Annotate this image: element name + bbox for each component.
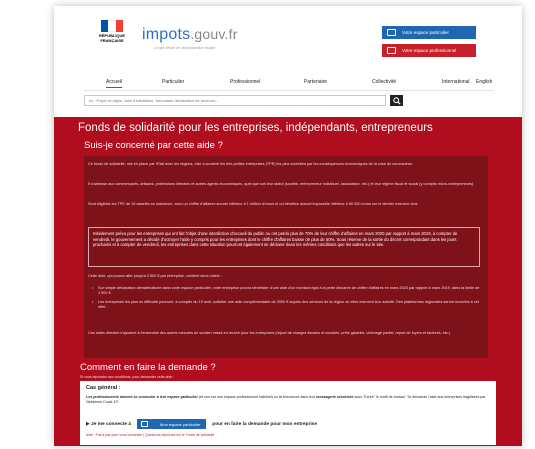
- nav-international[interactable]: International: [442, 79, 470, 85]
- nav-item-professionnel[interactable]: Professionnel: [230, 79, 260, 85]
- brand-primary: impots: [142, 26, 191, 43]
- lock-icon: [387, 29, 396, 36]
- main-nav: Accueil Particulier Professionnel Parten…: [54, 76, 522, 90]
- page: RÉPUBLIQUE FRANÇAISE impots.gouv.fr Le s…: [54, 6, 522, 446]
- espace-professionnel-label: Votre espace professionnel: [402, 48, 457, 53]
- search-icon: [392, 96, 401, 105]
- lock-icon: [387, 47, 396, 54]
- card-description: Les professionnels doivent se connecter …: [86, 395, 486, 404]
- connect-row: ▶ Je me connecte à Mon espace particulie…: [86, 419, 317, 429]
- nav-item-collectivite[interactable]: Collectivité: [372, 79, 396, 85]
- highlight-text: Initialement prévu pour les entreprises …: [93, 231, 458, 248]
- site-tagline: Le site officiel de l'administration fis…: [154, 46, 216, 50]
- paragraph-amount: Cette aide, qui pourra aller jusqu'à 3 5…: [88, 274, 222, 278]
- lock-icon: [141, 421, 149, 427]
- espace-particulier-label: Votre espace particulier: [402, 30, 450, 35]
- connect-suffix: pour en faire la demande pour mon entrep…: [212, 421, 318, 427]
- site-logo[interactable]: impots.gouv.fr: [142, 26, 238, 44]
- nav-item-particulier[interactable]: Particulier: [162, 79, 184, 85]
- flag-white-stripe: [108, 20, 116, 32]
- search-input[interactable]: ex : Payer en ligne, taxe d'habitation, …: [84, 95, 386, 106]
- nav-item-partenaire[interactable]: Partenaire: [304, 79, 327, 85]
- connect-prefix: ▶ Je me connecte à: [86, 421, 132, 427]
- mon-espace-particulier-label: Mon espace particulier: [160, 421, 201, 427]
- section-subtitle-request: Si vous répondez aux conditions, pour de…: [80, 375, 175, 379]
- french-flag-icon: [101, 20, 123, 32]
- highlight-box: Initialement prévu pour les entreprises …: [88, 227, 480, 267]
- flag-red-stripe: [115, 20, 123, 32]
- paragraph-purpose: Ce fonds de solidarité, mis en place par…: [88, 162, 413, 166]
- card-title: Cas général :: [86, 385, 121, 391]
- nav-divider: [84, 90, 494, 91]
- page-title: Fonds de solidarité pour les entreprises…: [78, 122, 433, 134]
- aid-list-item: Sur simple déclaration dématérialisée da…: [92, 286, 482, 296]
- paragraph-audience: Il s'adresse aux commerçants, artisans, …: [88, 182, 475, 186]
- search-button[interactable]: [390, 95, 403, 106]
- mon-espace-particulier-button[interactable]: Mon espace particulier: [137, 419, 207, 429]
- republic-label: RÉPUBLIQUE FRANÇAISE: [98, 33, 126, 43]
- espace-professionnel-button[interactable]: Votre espace professionnel: [382, 44, 476, 57]
- general-case-card: Cas général : Les professionnels doivent…: [80, 381, 496, 445]
- republic-logo[interactable]: RÉPUBLIQUE FRANÇAISE: [94, 20, 130, 56]
- section-title-eligibility: Suis-je concerné par cette aide ?: [84, 140, 223, 151]
- paragraph-criteria: Sont éligibles les TPE de 10 salariés au…: [88, 202, 419, 206]
- site-header: RÉPUBLIQUE FRANÇAISE impots.gouv.fr Le s…: [54, 6, 522, 66]
- espace-particulier-button[interactable]: Votre espace particulier: [382, 26, 476, 39]
- paragraph-additional: Ces aides directes s'ajoutent à l'ensemb…: [88, 331, 451, 335]
- help-links[interactable]: Aide : Pas à pas pour vous connecter | Q…: [86, 433, 214, 437]
- nav-english[interactable]: English: [476, 79, 492, 85]
- flag-blue-stripe: [101, 20, 109, 32]
- aid-list-item: Les entreprises les plus en difficulté p…: [92, 300, 482, 310]
- brand-secondary: .gouv.fr: [190, 26, 238, 42]
- nav-item-accueil[interactable]: Accueil: [106, 79, 123, 88]
- section-title-request: Comment en faire la demande ?: [80, 362, 216, 373]
- aid-list: Sur simple déclaration dématérialisée da…: [92, 286, 482, 314]
